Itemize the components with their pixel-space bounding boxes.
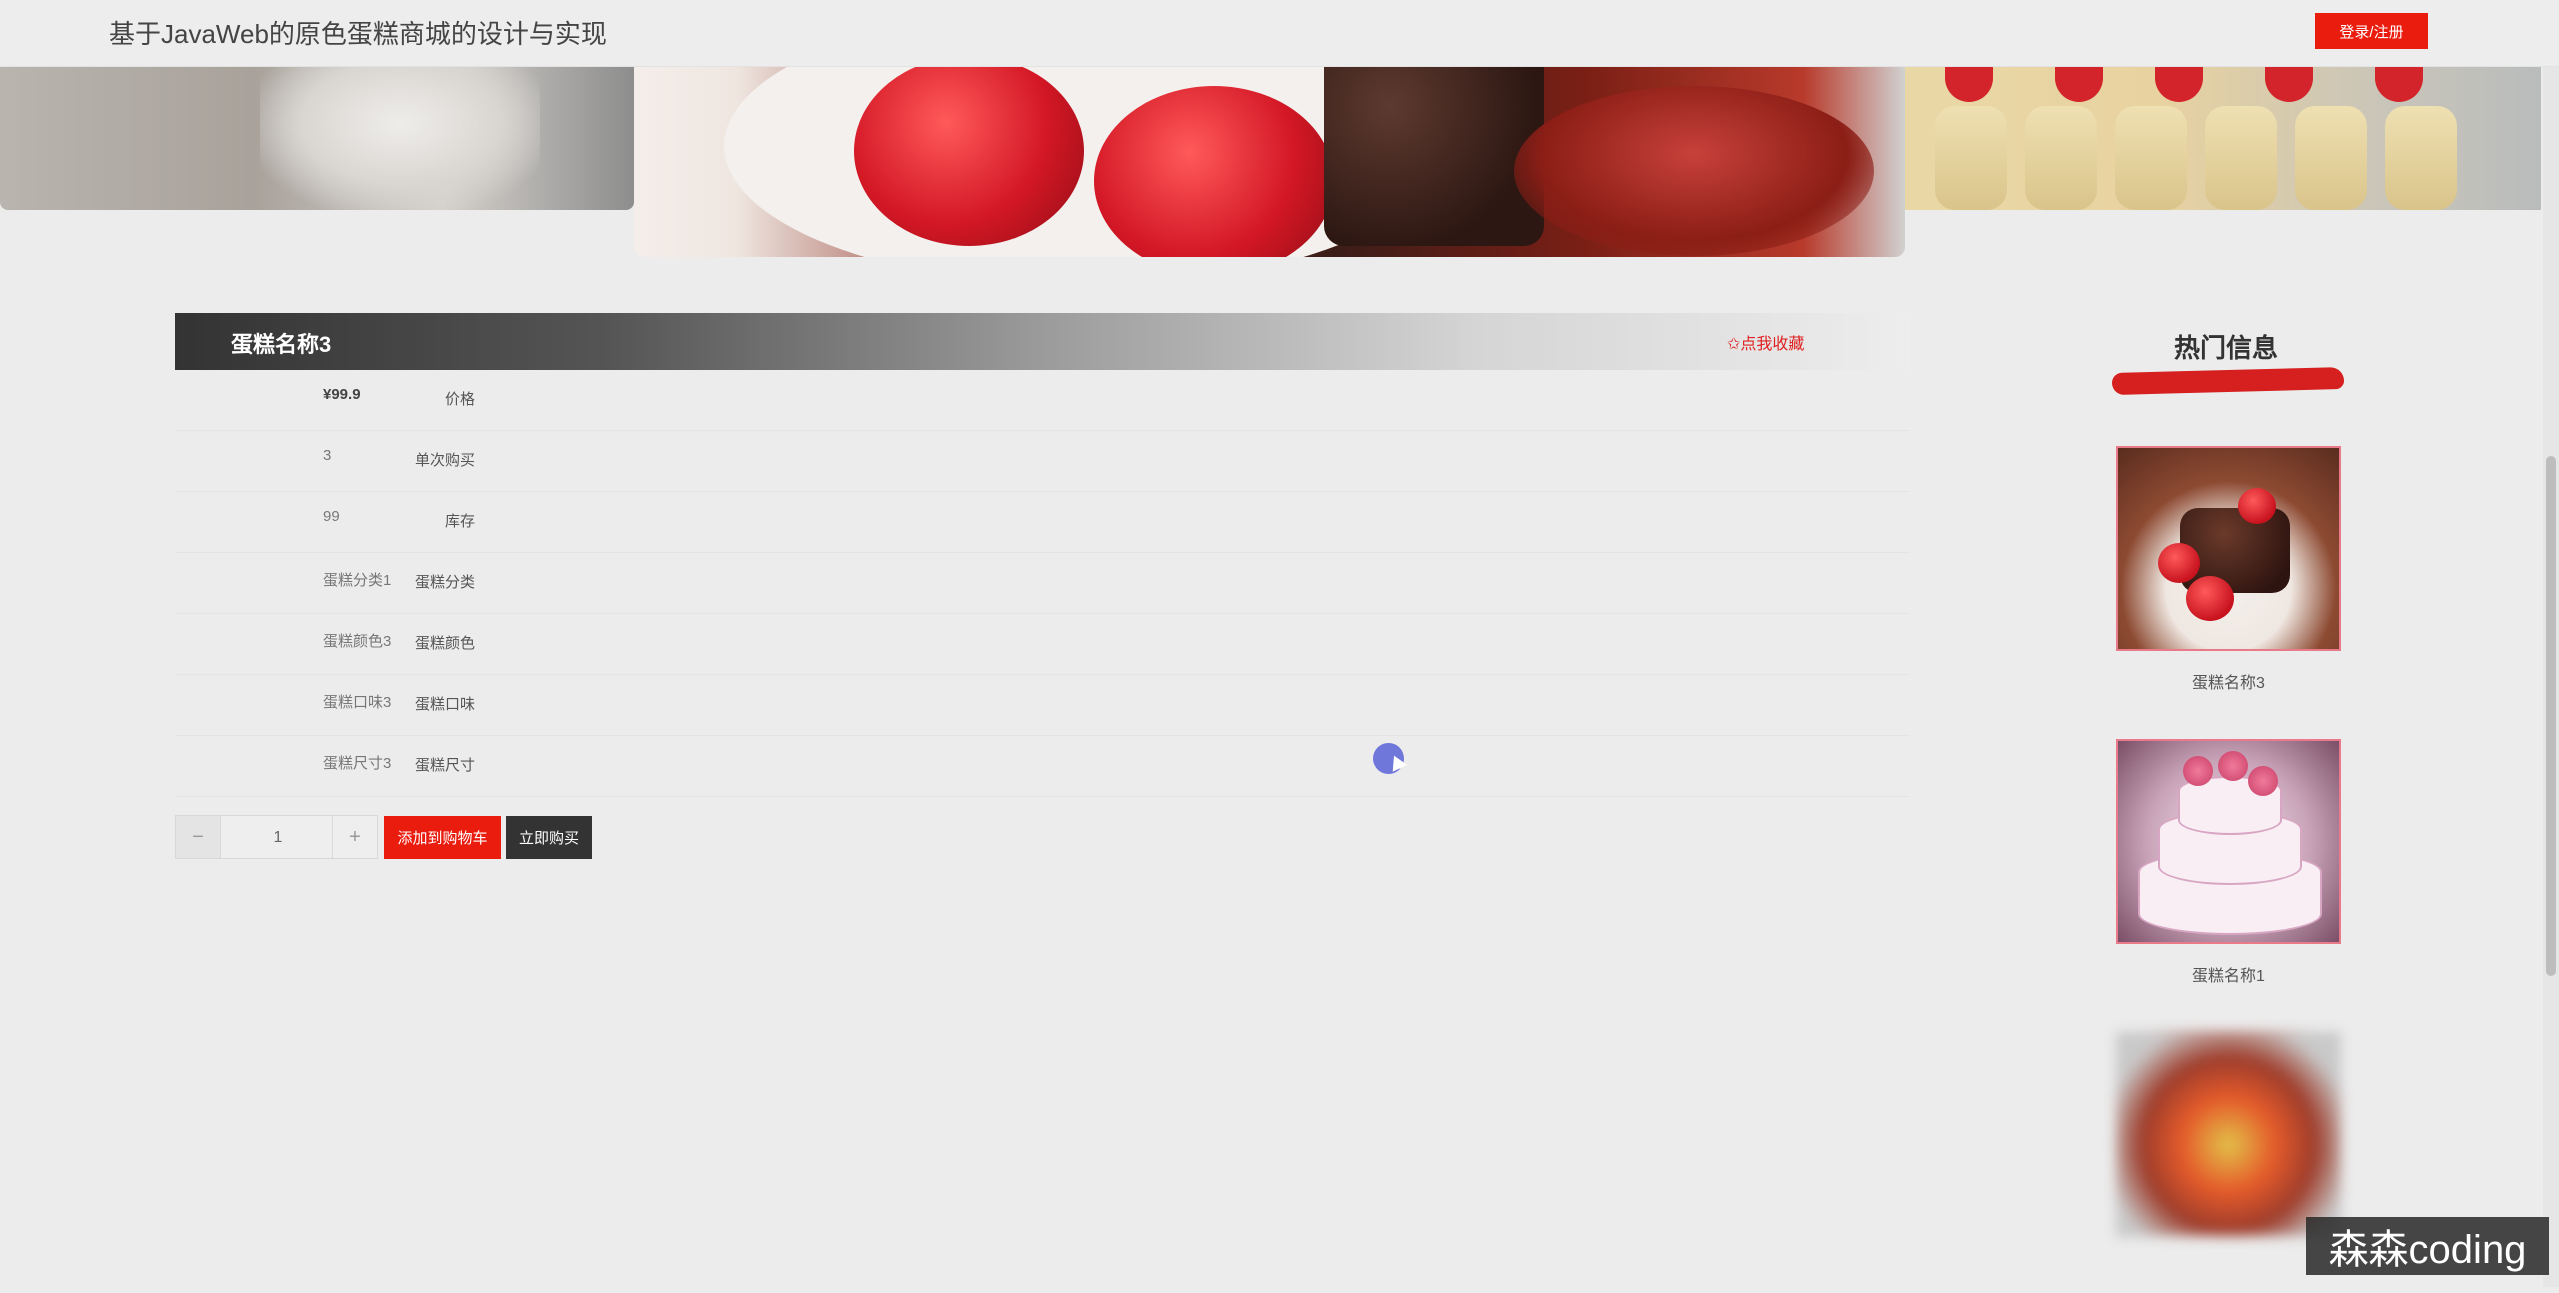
attribute-row: 价格 ¥99.9 bbox=[175, 370, 1910, 431]
hot-item-2[interactable]: 蛋糕名称1 bbox=[2116, 739, 2341, 1000]
watermark: 森森coding bbox=[2306, 1217, 2549, 1275]
attribute-value: 3 bbox=[323, 447, 332, 464]
hot-item-name[interactable]: 蛋糕名称3 bbox=[2116, 661, 2341, 707]
hot-item-name[interactable]: 蛋糕名称1 bbox=[2116, 954, 2341, 1000]
attribute-label: 蛋糕尺寸 bbox=[414, 757, 475, 774]
quantity-input[interactable] bbox=[221, 816, 335, 860]
favorite-link[interactable]: ✩点我收藏 bbox=[1727, 330, 1804, 354]
product-title-bar: 蛋糕名称3 ✩点我收藏 bbox=[175, 313, 1910, 370]
hot-item-1[interactable]: 蛋糕名称3 bbox=[2116, 446, 2341, 707]
increase-quantity-button[interactable]: + bbox=[332, 816, 377, 858]
attribute-row: 蛋糕口味 蛋糕口味3 bbox=[175, 675, 1910, 736]
site-title[interactable]: 基于JavaWeb的原色蛋糕商城的设计与实现 bbox=[109, 14, 607, 51]
quantity-stepper: − + bbox=[175, 815, 378, 860]
attribute-label: 蛋糕口味 bbox=[414, 696, 475, 713]
attribute-label: 库存 bbox=[444, 513, 475, 530]
attribute-row: 库存 99 bbox=[175, 492, 1910, 553]
attribute-value: 蛋糕尺寸3 bbox=[323, 755, 392, 772]
login-register-button[interactable]: 登录/注册 bbox=[2315, 13, 2428, 49]
buy-now-button[interactable]: 立即购买 bbox=[506, 816, 592, 859]
top-navbar: 基于JavaWeb的原色蛋糕商城的设计与实现 登录/注册 bbox=[0, 0, 2559, 67]
attribute-label: 蛋糕颜色 bbox=[414, 635, 475, 652]
attribute-value: 蛋糕颜色3 bbox=[323, 633, 392, 650]
attribute-label: 价格 bbox=[444, 391, 475, 408]
hot-info-title: 热门信息 bbox=[2174, 333, 2279, 363]
banner-current-slide-image[interactable] bbox=[634, 66, 1905, 257]
attribute-row: 蛋糕分类 蛋糕分类1 bbox=[175, 553, 1910, 614]
attribute-row: 蛋糕颜色 蛋糕颜色3 bbox=[175, 614, 1910, 675]
attribute-label: 蛋糕分类 bbox=[414, 574, 475, 591]
add-to-cart-button[interactable]: 添加到购物车 bbox=[384, 816, 501, 859]
page-scrollbar-thumb[interactable] bbox=[2546, 456, 2556, 976]
hot-item-image[interactable] bbox=[2116, 1032, 2341, 1237]
hot-item-image[interactable] bbox=[2116, 739, 2341, 944]
attribute-row: 单次购买 3 bbox=[175, 431, 1910, 492]
banner-prev-slide-image[interactable] bbox=[0, 66, 634, 210]
hot-item-image[interactable] bbox=[2116, 446, 2341, 651]
hot-info-underline bbox=[2111, 366, 2345, 396]
attribute-value: 99 bbox=[323, 508, 340, 525]
attribute-value: 蛋糕口味3 bbox=[323, 694, 392, 711]
attribute-value: ¥99.9 bbox=[323, 386, 361, 403]
attribute-row: 蛋糕尺寸 蛋糕尺寸3 bbox=[175, 736, 1910, 797]
attribute-label: 单次购买 bbox=[414, 452, 475, 469]
banner-carousel bbox=[0, 66, 2559, 258]
decrease-quantity-button[interactable]: − bbox=[176, 816, 221, 858]
banner-next-slide-image[interactable] bbox=[1905, 66, 2541, 210]
attribute-value: 蛋糕分类1 bbox=[323, 572, 392, 589]
product-name: 蛋糕名称3 bbox=[231, 332, 332, 357]
